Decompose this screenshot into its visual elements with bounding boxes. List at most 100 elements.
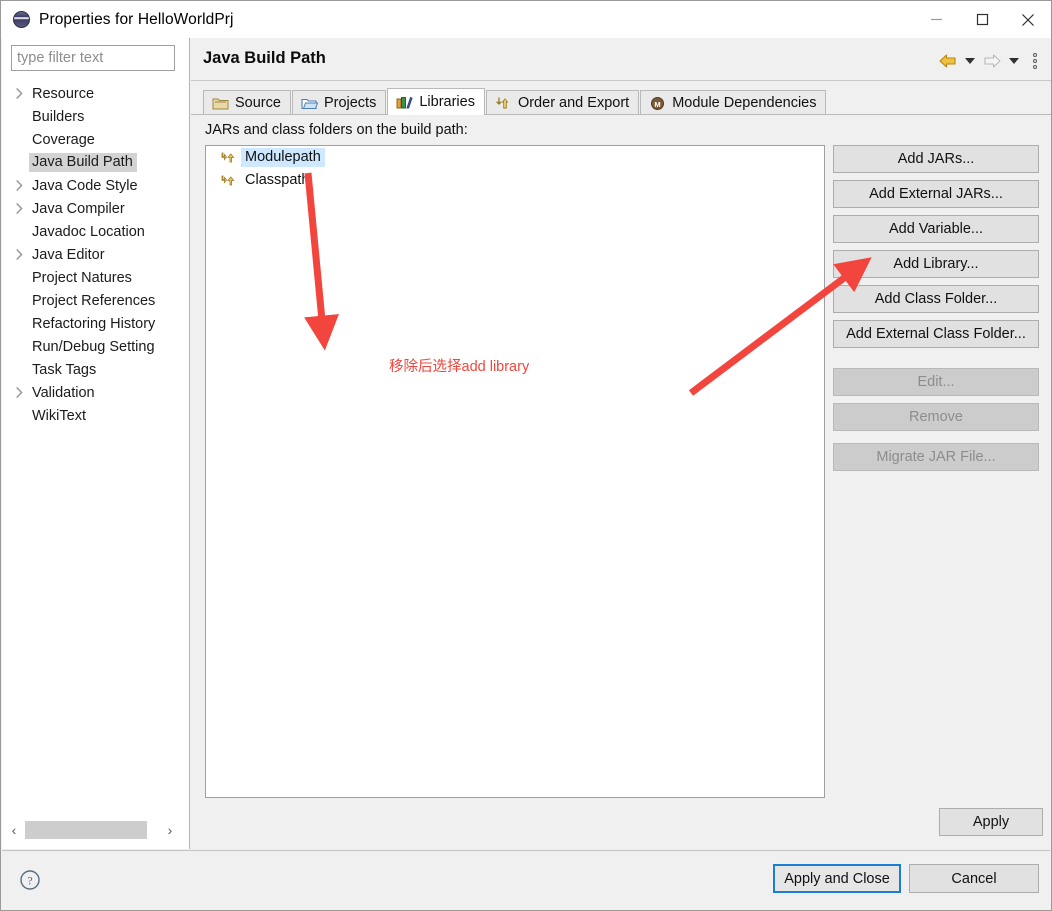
order-export-icon [495, 96, 512, 111]
sidebar-item-label: Project Natures [32, 269, 132, 286]
svg-text:M: M [655, 100, 661, 109]
sidebar-item-wikitext[interactable]: WikiText [2, 404, 190, 427]
sidebar-item-run-debug-setting[interactable]: Run/Debug Setting [2, 335, 190, 358]
sidebar-item-project-references[interactable]: Project References [2, 289, 190, 312]
chevron-right-icon[interactable] [16, 243, 32, 266]
sidebar-item-label: WikiText [32, 407, 86, 424]
annotation-note: 移除后选择add library [389, 359, 530, 375]
tab-source[interactable]: Source [203, 90, 291, 115]
sidebar-item-project-natures[interactable]: Project Natures [2, 266, 190, 289]
window-title: Properties for HelloWorldPrj [39, 10, 234, 28]
add-variable-button[interactable]: Add Variable... [833, 215, 1039, 243]
sidebar-horizontal-scrollbar[interactable]: ‹ › [3, 819, 181, 841]
add-jars-button[interactable]: Add JARs... [833, 145, 1039, 173]
libraries-books-icon [396, 95, 413, 110]
close-button[interactable] [1005, 1, 1051, 38]
tree-row-label: Classpath [245, 172, 310, 188]
sidebar-item-label: Javadoc Location [32, 223, 145, 240]
edit-button: Edit... [833, 368, 1039, 396]
build-path-entries-tree[interactable]: Modulepath Classpath [205, 145, 825, 798]
filter-input[interactable] [11, 45, 175, 71]
build-path-action-buttons: Add JARs... Add External JARs... Add Varia… [833, 145, 1039, 478]
maximize-button[interactable] [959, 1, 1005, 38]
sidebar-item-java-build-path[interactable]: Java Build Path [2, 151, 190, 174]
tab-label: Module Dependencies [672, 95, 817, 111]
tab-order-and-export[interactable]: Order and Export [485, 90, 640, 115]
forward-dropdown-icon[interactable] [1007, 50, 1021, 72]
scroll-right-icon[interactable]: › [159, 819, 181, 841]
svg-text:?: ? [27, 874, 32, 888]
remove-button: Remove [833, 403, 1039, 431]
chevron-right-icon[interactable] [16, 174, 32, 197]
sidebar-item-resource[interactable]: Resource [2, 82, 190, 105]
back-dropdown-icon[interactable] [963, 50, 977, 72]
add-external-class-folder-button[interactable]: Add External Class Folder... [833, 320, 1039, 348]
add-library-button[interactable]: Add Library... [833, 250, 1039, 278]
sidebar-item-label: Java Compiler [32, 200, 125, 217]
sidebar-item-label: Project References [32, 292, 156, 309]
settings-sidebar: Resource Builders Coverage Java Build Path J… [2, 38, 190, 849]
title-bar: Properties for HelloWorldPrj [1, 1, 1051, 38]
tabs-divider [191, 114, 1051, 115]
properties-dialog: Properties for HelloWorldPrj Resource Bui… [0, 0, 1052, 911]
tree-row-classpath[interactable]: Classpath [206, 169, 824, 192]
sidebar-item-java-compiler[interactable]: Java Compiler [2, 197, 190, 220]
sidebar-item-javadoc-location[interactable]: Javadoc Location [2, 220, 190, 243]
settings-tree: Resource Builders Coverage Java Build Path J… [2, 82, 190, 427]
tab-projects[interactable]: Projects [291, 90, 387, 115]
chevron-right-icon[interactable] [16, 82, 32, 105]
tab-libraries[interactable]: Libraries [387, 88, 485, 115]
sidebar-item-validation[interactable]: Validation [2, 381, 190, 404]
sidebar-item-label: Refactoring History [32, 315, 156, 332]
tab-label: Projects [323, 95, 377, 111]
scrollbar-thumb[interactable] [25, 821, 147, 839]
tab-label: Order and Export [517, 95, 630, 111]
sidebar-item-label: Java Build Path [29, 153, 137, 172]
sidebar-item-coverage[interactable]: Coverage [2, 128, 190, 151]
sidebar-item-label: Resource [32, 85, 95, 102]
source-folder-icon [212, 96, 229, 111]
tree-row-modulepath[interactable]: Modulepath [206, 146, 824, 169]
sidebar-item-builders[interactable]: Builders [2, 105, 190, 128]
title-divider [191, 80, 1051, 81]
sidebar-item-label: Java Code Style [32, 177, 138, 194]
add-class-folder-button[interactable]: Add Class Folder... [833, 285, 1039, 313]
minimize-button[interactable] [913, 1, 959, 38]
eclipse-icon [13, 11, 30, 28]
sidebar-item-java-code-style[interactable]: Java Code Style [2, 174, 190, 197]
add-external-jars-button[interactable]: Add External JARs... [833, 180, 1039, 208]
sidebar-item-label: Run/Debug Setting [32, 338, 155, 355]
help-icon[interactable]: ? [19, 869, 41, 891]
tab-module-dependencies[interactable]: M Module Dependencies [640, 90, 827, 115]
sidebar-item-label: Task Tags [32, 361, 97, 378]
page-title: Java Build Path [203, 49, 326, 67]
scrollbar-track[interactable] [25, 821, 159, 839]
sidebar-item-label: Validation [32, 384, 95, 401]
projects-folder-icon [301, 96, 319, 111]
tab-label: Source [235, 95, 281, 111]
back-arrow-icon[interactable] [935, 50, 961, 72]
classpath-entry-icon [220, 173, 237, 188]
tree-row-label: Modulepath [241, 148, 325, 167]
tab-label: Libraries [419, 94, 475, 110]
chevron-right-icon[interactable] [16, 381, 32, 404]
section-label: JARs and class folders on the build path… [205, 122, 468, 138]
sidebar-item-label: Builders [32, 108, 85, 125]
cancel-button[interactable]: Cancel [909, 864, 1039, 893]
settings-page: Java Build Path Source Projects Librarie… [191, 38, 1051, 849]
migrate-jar-file-button: Migrate JAR File... [833, 443, 1039, 471]
page-navigation [935, 50, 1043, 72]
classpath-entry-icon [220, 150, 237, 165]
sidebar-item-java-editor[interactable]: Java Editor [2, 243, 190, 266]
scroll-left-icon[interactable]: ‹ [3, 819, 25, 841]
window-controls [913, 1, 1051, 38]
sidebar-item-label: Coverage [32, 131, 95, 148]
apply-button[interactable]: Apply [939, 808, 1043, 836]
sidebar-item-task-tags[interactable]: Task Tags [2, 358, 190, 381]
apply-and-close-button[interactable]: Apply and Close [773, 864, 901, 893]
view-menu-icon[interactable] [1027, 50, 1043, 72]
chevron-right-icon[interactable] [16, 197, 32, 220]
forward-arrow-icon [979, 50, 1005, 72]
sidebar-item-refactoring-history[interactable]: Refactoring History [2, 312, 190, 335]
sidebar-item-label: Java Editor [32, 246, 105, 263]
